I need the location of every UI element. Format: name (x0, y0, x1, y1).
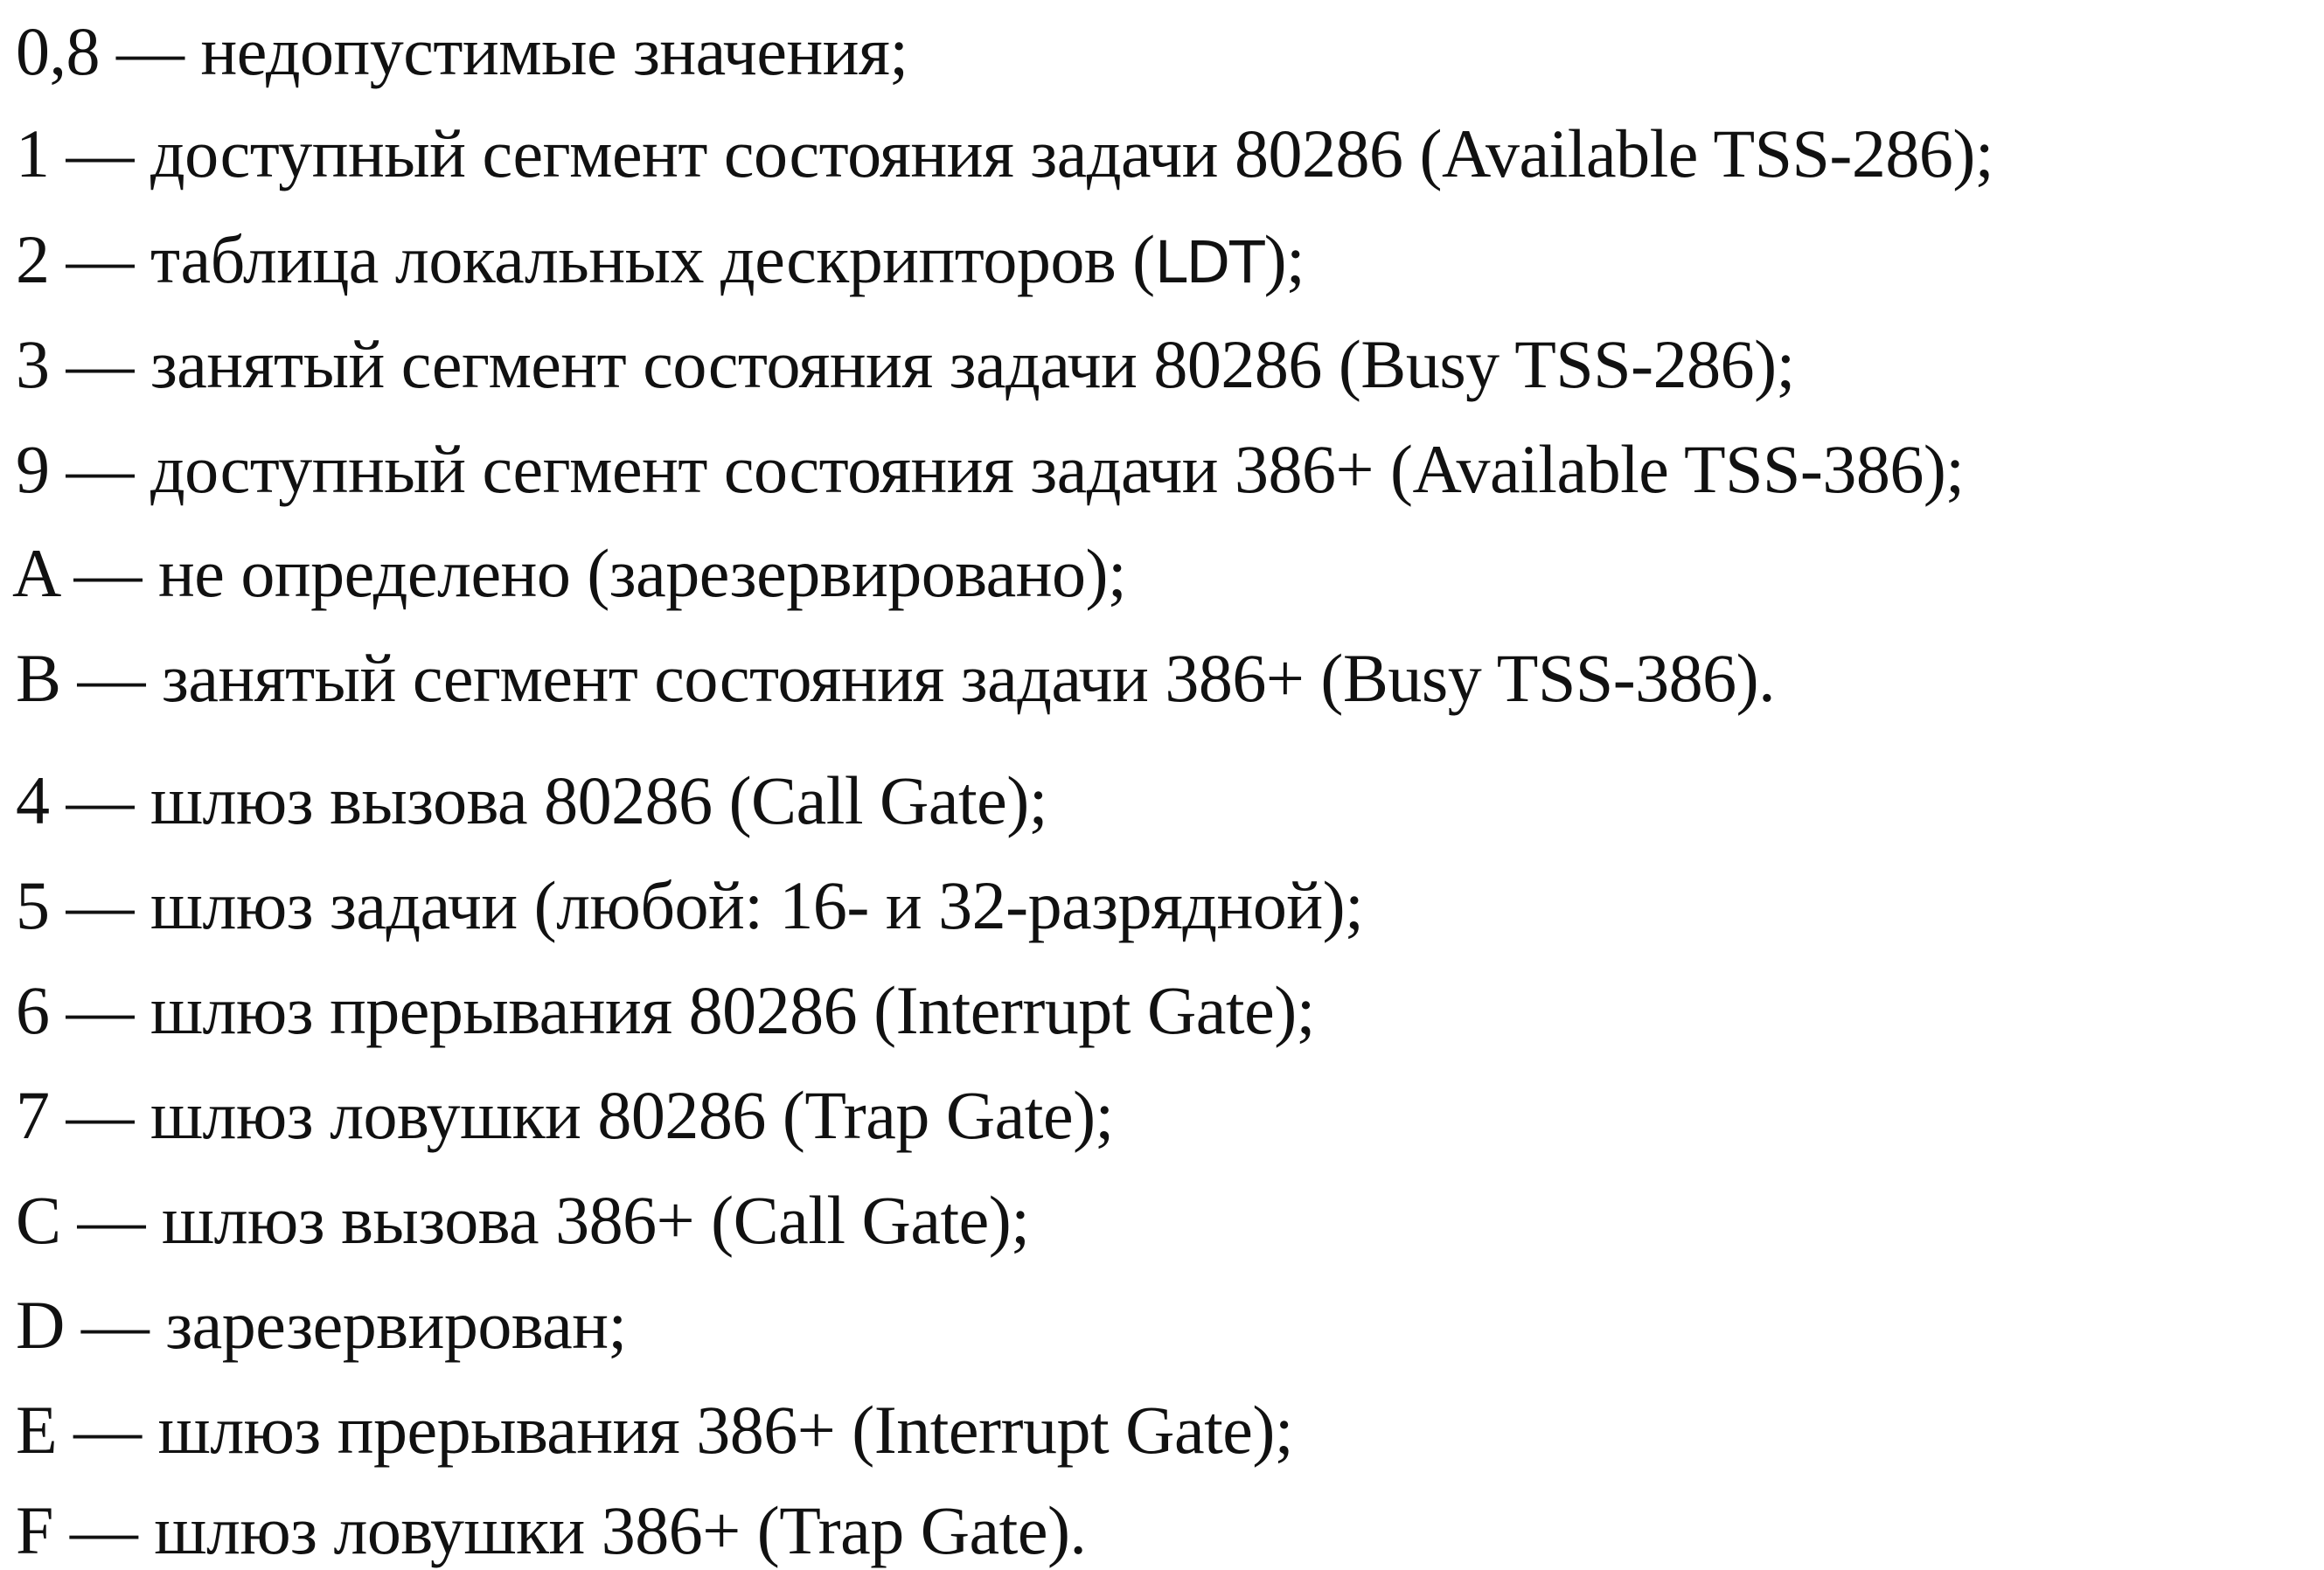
type-code: 7 (16, 1077, 50, 1153)
type-description: доступный сегмент состояния задачи 80286… (150, 115, 1994, 191)
type-code: 0,8 (16, 13, 101, 89)
type-line-a: A — не определено (зарезервировано); (12, 539, 1127, 608)
type-code: 3 (16, 326, 50, 402)
type-line-7: 7 — шлюз ловушки 80286 (Trap Gate); (16, 1081, 1114, 1150)
dash-separator: — (49, 221, 150, 297)
type-line-9: 9 — доступный сегмент состояния задачи 3… (16, 435, 1965, 504)
dash-separator: — (100, 13, 201, 89)
ldt-abbreviation: LDT (1154, 229, 1265, 296)
type-code: 2 (16, 221, 50, 297)
dash-separator: — (49, 115, 150, 191)
dash-separator: — (49, 972, 150, 1048)
type-line-b: B — занятый сегмент состояния задачи 386… (16, 644, 1776, 712)
type-line-2: 2 — таблица локальных дескрипторов (LDT)… (16, 226, 1305, 294)
type-description: шлюз прерывания 386+ (Interrupt Gate); (157, 1392, 1294, 1468)
type-line-e: E — шлюз прерывания 386+ (Interrupt Gate… (16, 1396, 1294, 1464)
dash-separator: — (49, 431, 150, 507)
type-line-6: 6 — шлюз прерывания 80286 (Interrupt Gat… (16, 976, 1315, 1045)
type-description: недопустимые значения; (200, 13, 909, 89)
type-code: A (12, 535, 58, 611)
type-line-d: D — зарезервирован; (16, 1291, 627, 1359)
type-code: D (16, 1287, 65, 1363)
type-code: E (16, 1392, 58, 1468)
dash-separator: — (57, 1392, 158, 1468)
dash-separator: — (60, 1182, 163, 1258)
type-code: 9 (16, 431, 50, 507)
dash-separator: — (49, 326, 150, 402)
dash-separator: — (49, 1077, 150, 1153)
type-description: доступный сегмент состояния задачи 386+ … (150, 431, 1965, 507)
dash-separator: — (49, 867, 150, 943)
type-line-f: F — шлюз ловушки 386+ (Trap Gate). (16, 1497, 1087, 1565)
type-description: таблица локальных дескрипторов ( (150, 221, 1155, 297)
type-code: F (16, 1492, 53, 1568)
dash-separator: — (52, 1492, 155, 1568)
type-code: B (16, 640, 61, 716)
type-description: занятый сегмент состояния задачи 80286 (… (150, 326, 1795, 402)
type-line-0-8: 0,8 — недопустимые значения; (16, 17, 908, 86)
type-code: C (16, 1182, 61, 1258)
type-code: 4 (16, 762, 50, 838)
type-description: шлюз прерывания 80286 (Interrupt Gate); (150, 972, 1315, 1048)
type-code: 5 (16, 867, 50, 943)
dash-separator: — (60, 640, 163, 716)
document-page: 0,8 — недопустимые значения; 1 — доступн… (0, 0, 2324, 1570)
type-description: шлюз вызова 386+ (Call Gate); (162, 1182, 1030, 1258)
type-description: занятый сегмент состояния задачи 386+ (B… (162, 640, 1776, 716)
type-line-1: 1 — доступный сегмент состояния задачи 8… (16, 120, 1994, 188)
type-description: шлюз ловушки 80286 (Trap Gate); (150, 1077, 1114, 1153)
dash-separator: — (64, 1287, 166, 1363)
type-description: шлюз задачи (любой: 16- и 32-разрядной); (150, 867, 1364, 943)
type-description: шлюз ловушки 386+ (Trap Gate). (154, 1492, 1087, 1568)
type-line-4: 4 — шлюз вызова 80286 (Call Gate); (16, 767, 1047, 835)
type-line-c: C — шлюз вызова 386+ (Call Gate); (16, 1186, 1030, 1254)
type-code: 1 (16, 115, 50, 191)
type-code: 6 (16, 972, 50, 1048)
dash-separator: — (57, 535, 159, 611)
type-description: шлюз вызова 80286 (Call Gate); (150, 762, 1047, 838)
type-description: не определено (зарезервировано); (158, 535, 1127, 611)
type-description-end: ); (1263, 221, 1305, 297)
type-description: зарезервирован; (165, 1287, 627, 1363)
type-line-3: 3 — занятый сегмент состояния задачи 802… (16, 330, 1795, 399)
type-line-5: 5 — шлюз задачи (любой: 16- и 32-разрядн… (16, 872, 1364, 940)
dash-separator: — (49, 762, 150, 838)
